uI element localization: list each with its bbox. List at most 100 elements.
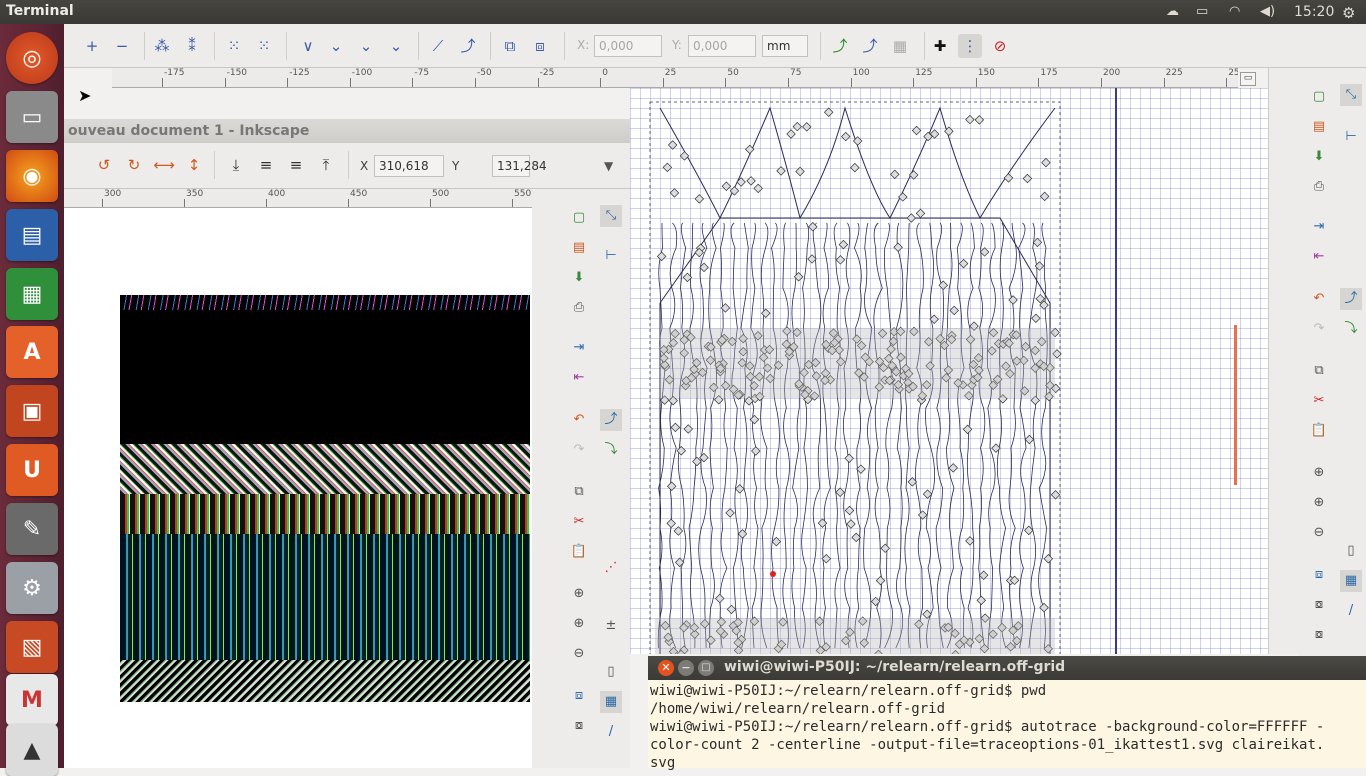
new-document-icon[interactable]: ▢ (568, 207, 590, 229)
redo-icon[interactable]: ↷ (568, 439, 590, 461)
wifi-icon[interactable]: ◠ (1229, 4, 1240, 19)
delete-segment-icon[interactable]: ⁙ (252, 34, 276, 58)
keyboard-icon[interactable]: ▭ (1196, 4, 1208, 19)
duplicate-icon[interactable]: ⧈ (1308, 564, 1330, 586)
y-position-input[interactable]: 131,284 (492, 155, 547, 177)
zoom-selection-icon[interactable]: ⊕ (568, 583, 590, 605)
calc-icon[interactable]: ▦ (6, 268, 58, 320)
snap-grid-icon[interactable]: ▦ (600, 691, 622, 713)
cut-icon[interactable]: ✂ (568, 511, 590, 533)
open-icon[interactable]: ▤ (1308, 116, 1330, 138)
raise-top-icon[interactable]: ⤒ (314, 153, 338, 177)
path-effect-icon[interactable]: ▦ (888, 34, 912, 58)
inkscape-window-title[interactable]: ouveau document 1 - Inkscape (64, 119, 630, 143)
terminal-titlebar[interactable]: ✕ − □ wiwi@wiwi-P50IJ: ~/relearn/relearn… (648, 656, 1366, 680)
cut-icon[interactable]: ✂ (1308, 390, 1330, 412)
snap-rotation-icon[interactable]: ± (600, 615, 622, 637)
flip-vertical-icon[interactable]: ↕ (182, 153, 206, 177)
chevron-down-icon[interactable]: ▼ (604, 159, 613, 173)
snap-nodes-icon[interactable]: ⤴ (600, 409, 622, 431)
new-document-icon[interactable]: ▢ (1308, 86, 1330, 108)
export-icon[interactable]: ⇤ (1308, 246, 1330, 268)
maximize-icon[interactable]: □ (698, 660, 714, 676)
clone-icon[interactable]: ⧇ (1308, 594, 1330, 616)
copy-icon[interactable]: ⧉ (568, 481, 590, 503)
gimp-icon[interactable]: ✎ (6, 503, 58, 555)
window2-canvas[interactable] (64, 208, 532, 768)
close-icon[interactable]: ✕ (658, 660, 674, 676)
stroke-to-path-icon[interactable]: ⧈ (528, 34, 552, 58)
software-center-icon[interactable]: A (6, 326, 58, 378)
snap-enable-icon[interactable]: ⤡ (600, 205, 622, 227)
x-position-input[interactable]: 310,618 (374, 155, 444, 177)
clone-icon[interactable]: ⧇ (568, 715, 590, 737)
transform-handles-icon[interactable]: ✚ (928, 34, 952, 58)
duplicate-icon[interactable]: ⧈ (568, 685, 590, 707)
save-icon[interactable]: ⬇ (1308, 146, 1330, 168)
drawing-canvas[interactable] (630, 88, 1268, 654)
undo-icon[interactable]: ↶ (568, 409, 590, 431)
rotate-cw-icon[interactable]: ↻ (122, 153, 146, 177)
copy-icon[interactable]: ⧉ (1308, 360, 1330, 382)
clock[interactable]: 15:20 (1294, 4, 1334, 20)
cloud-icon[interactable]: ☁ (1166, 4, 1179, 19)
break-path-icon[interactable]: ⁑ (180, 34, 204, 58)
show-outline-icon[interactable]: ⤴ (858, 34, 882, 58)
redo-icon[interactable]: ↷ (1308, 318, 1330, 340)
symmetric-node-icon[interactable]: ⌄ (354, 34, 378, 58)
clip-path-icon[interactable]: ⊘ (988, 34, 1012, 58)
volume-icon[interactable]: ◀) (1260, 4, 1275, 19)
ubuntu-dash-icon[interactable]: ◎ (6, 32, 58, 84)
firefox-icon[interactable]: ◉ (6, 150, 58, 202)
import-icon[interactable]: ⇥ (1308, 216, 1330, 238)
ubuntu-one-icon[interactable]: U (6, 444, 58, 496)
files-icon[interactable]: ▭ (6, 91, 58, 143)
show-handles-icon[interactable]: ⤴ (828, 34, 852, 58)
snap-nodes-icon[interactable]: ⤴ (1340, 288, 1362, 310)
snap-enable-icon[interactable]: ⤡ (1340, 84, 1362, 106)
rotate-ccw-icon[interactable]: ↺ (92, 153, 116, 177)
print-icon[interactable]: ⎙ (568, 297, 590, 319)
import-icon[interactable]: ⇥ (568, 337, 590, 359)
segment-line-icon[interactable]: ⟋ (426, 34, 450, 58)
zoom-corner-icon[interactable]: ▭ (1240, 72, 1256, 86)
snap-paths-icon[interactable]: ⤵ (600, 439, 622, 461)
y-coordinate-input[interactable]: 0,000 (688, 35, 756, 57)
delete-node-icon[interactable]: − (110, 34, 134, 58)
snap-center-icon[interactable]: ⋰ (600, 557, 622, 579)
print-icon[interactable]: ⎙ (1308, 176, 1330, 198)
zoom-drawing-icon[interactable]: ⊕ (568, 613, 590, 635)
impress-icon[interactable]: ▣ (6, 385, 58, 437)
snap-guide-icon[interactable]: / (1340, 600, 1362, 622)
segment-curve-icon[interactable]: ⤴ (456, 34, 480, 58)
undo-icon[interactable]: ↶ (1308, 288, 1330, 310)
unit-select[interactable]: mm (762, 35, 808, 57)
gear-icon[interactable]: ⚙ (1342, 4, 1355, 22)
paste-icon[interactable]: 📋 (568, 541, 590, 563)
settings-icon[interactable]: ⚙ (6, 562, 58, 614)
paste-icon[interactable]: 📋 (1308, 420, 1330, 442)
writer-icon[interactable]: ▤ (6, 209, 58, 261)
object-to-path-icon[interactable]: ⧉ (498, 34, 522, 58)
auto-smooth-node-icon[interactable]: ⌄ (384, 34, 408, 58)
unlink-clone-icon[interactable]: ⧇ (1308, 624, 1330, 646)
gmail-icon[interactable]: M (6, 674, 58, 726)
save-icon[interactable]: ⬇ (568, 267, 590, 289)
show-nodes-icon[interactable]: ⋮ (958, 34, 982, 58)
lower-icon[interactable]: ≡ (254, 153, 278, 177)
join-segment-icon[interactable]: ⁙ (222, 34, 246, 58)
snap-paths-icon[interactable]: ⤵ (1340, 318, 1362, 340)
zoom-page-icon[interactable]: ⊖ (568, 643, 590, 665)
zoom-drawing-icon[interactable]: ⊕ (1308, 492, 1330, 514)
zoom-page-icon[interactable]: ⊖ (1308, 522, 1330, 544)
flip-horizontal-icon[interactable]: ⟷ (152, 153, 176, 177)
snap-bbox-icon[interactable]: ⊢ (600, 245, 622, 267)
export-icon[interactable]: ⇤ (568, 367, 590, 389)
snap-guide-icon[interactable]: / (600, 721, 622, 743)
join-nodes-icon[interactable]: ⁂ (150, 34, 174, 58)
lower-bottom-icon[interactable]: ⤓ (224, 153, 248, 177)
insert-node-icon[interactable]: + (80, 34, 104, 58)
snap-page-icon[interactable]: ▯ (600, 661, 622, 683)
cusp-node-icon[interactable]: ∨ (296, 34, 320, 58)
x-coordinate-input[interactable]: 0,000 (594, 35, 662, 57)
